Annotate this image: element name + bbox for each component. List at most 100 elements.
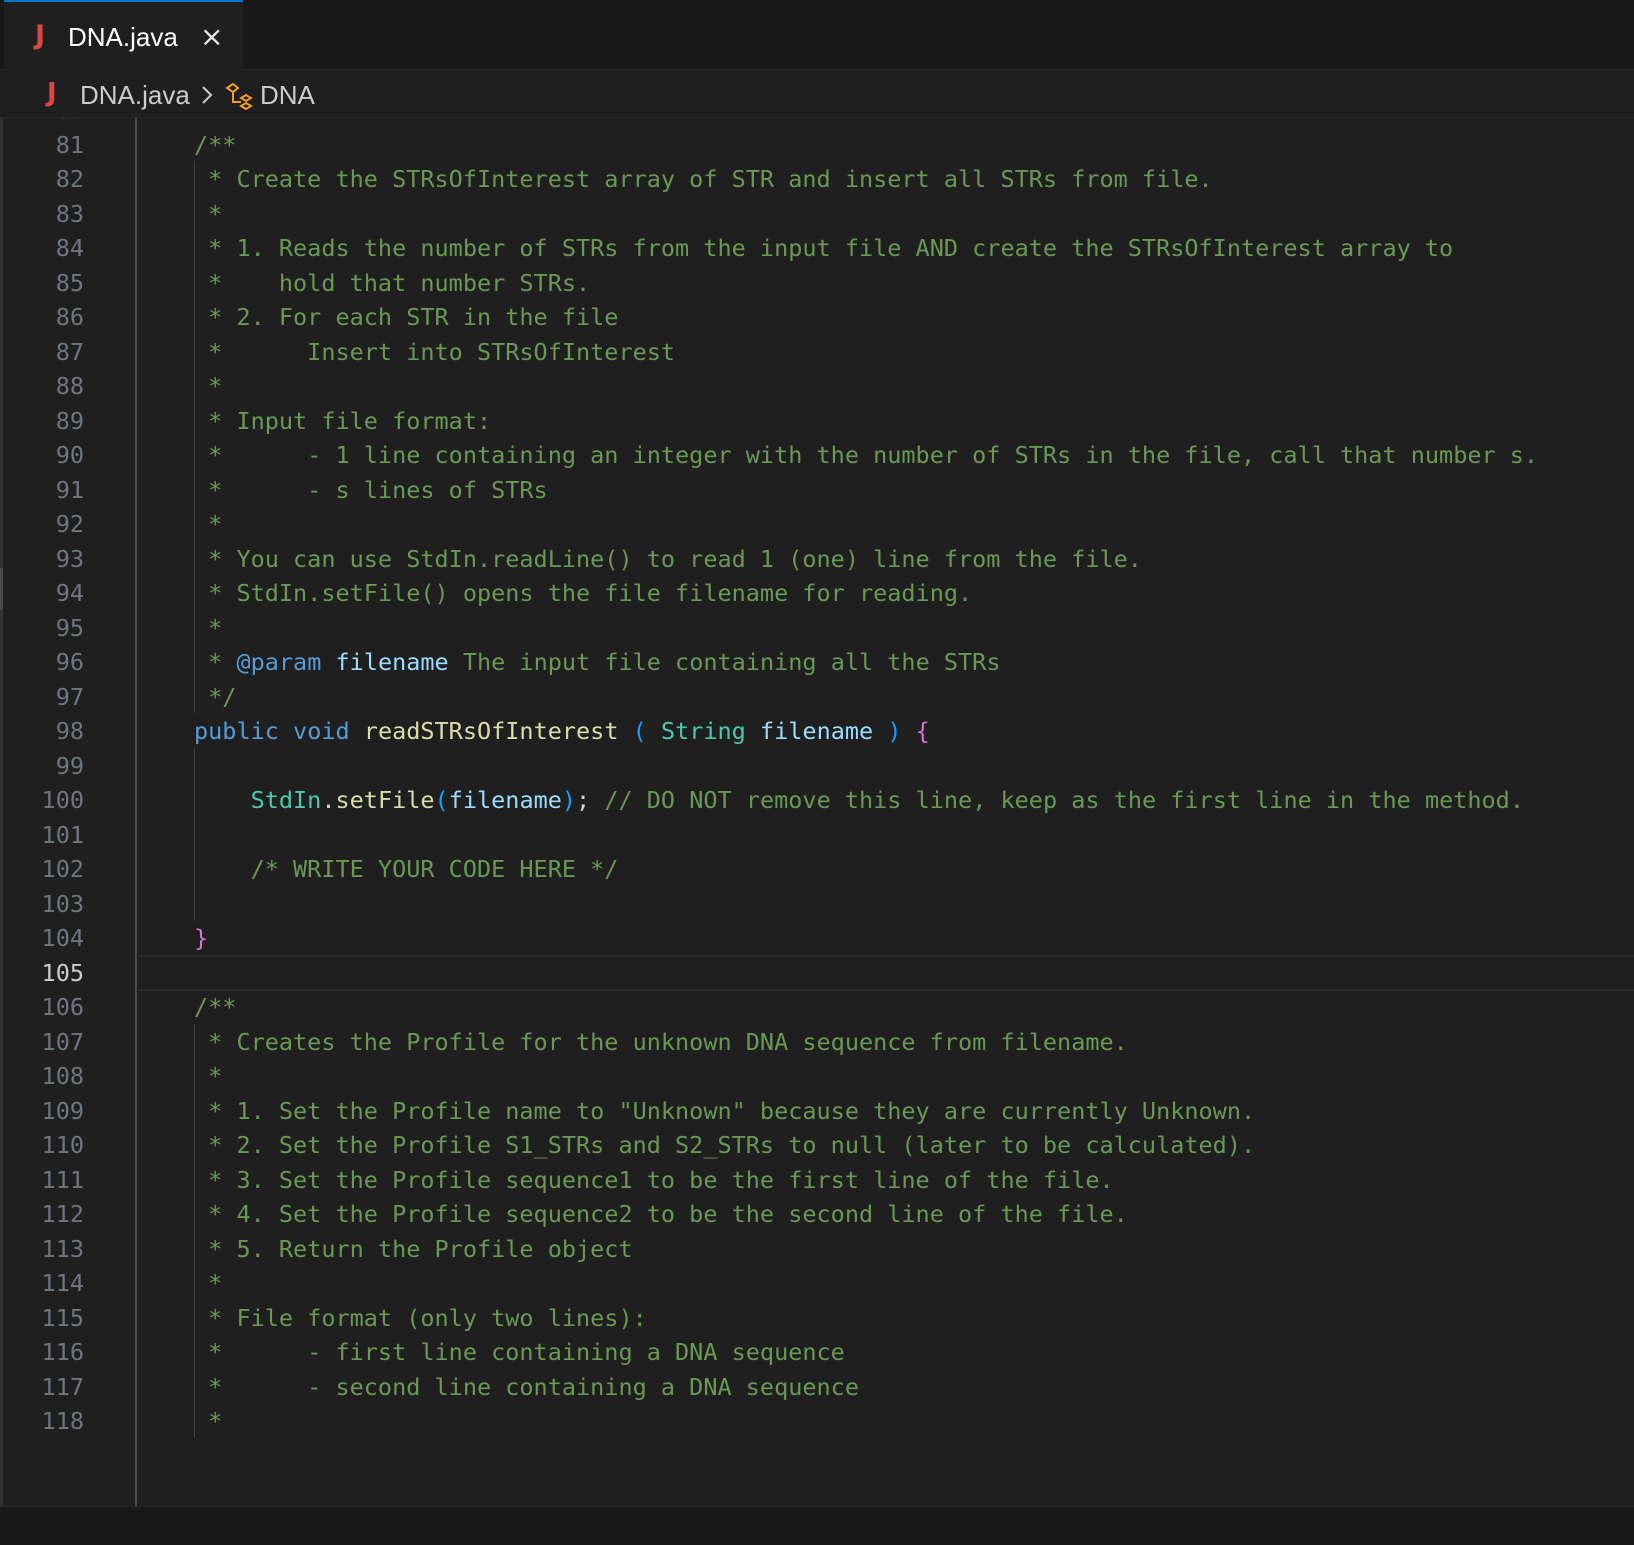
line-number: 91 xyxy=(55,476,84,504)
code-token: setFile xyxy=(335,786,435,814)
tab-bar: J DNA.java × xyxy=(0,0,1634,70)
code-line[interactable]: 104} xyxy=(0,920,1634,956)
code-line[interactable]: 106 /** xyxy=(0,989,1634,1025)
line-code: public void readSTRsOfInterest ( String … xyxy=(194,713,930,749)
code-token: void xyxy=(293,717,350,745)
code-line[interactable]: 89 * Input file format: xyxy=(0,403,1634,439)
line-code: * You can use StdIn.readLine() to read 1… xyxy=(194,541,1142,577)
code-token: ( xyxy=(434,786,449,814)
code-line[interactable]: 117 * - second line containing a DNA seq… xyxy=(0,1369,1634,1405)
line-code: * xyxy=(194,1403,222,1439)
code-token: * hold that number STRs. xyxy=(194,269,591,297)
code-line[interactable]: 95 * xyxy=(0,610,1634,646)
code-line[interactable]: 97 */ xyxy=(0,679,1634,715)
code-line[interactable]: 113 * 5. Return the Profile object xyxy=(0,1231,1634,1267)
breadcrumb: J DNA.java DNA xyxy=(0,72,1634,118)
code-line[interactable]: 102 /* WRITE YOUR CODE HERE */ xyxy=(0,851,1634,887)
code-line[interactable]: 83 * xyxy=(0,196,1634,232)
code-token: filename xyxy=(335,648,449,676)
line-code: /** xyxy=(194,127,236,163)
line-number: 111 xyxy=(41,1166,84,1194)
tab-dna-java[interactable]: J DNA.java × xyxy=(4,0,243,70)
code-line[interactable]: 112 * 4. Set the Profile sequence2 to be… xyxy=(0,1196,1634,1232)
line-code: * 1. Reads the number of STRs from the i… xyxy=(194,230,1453,266)
code-editor[interactable]: 8081/**82 * Create the STRsOfInterest ar… xyxy=(0,118,1634,1506)
code-token: * Create the STRsOfInterest array of STR… xyxy=(194,165,1213,193)
indent-guide xyxy=(194,748,195,921)
line-number: 102 xyxy=(41,855,84,883)
code-line[interactable]: 87 * Insert into STRsOfInterest xyxy=(0,334,1634,370)
code-token: * Creates the Profile for the unknown DN… xyxy=(194,1028,1128,1056)
breadcrumb-file[interactable]: DNA.java xyxy=(80,80,190,111)
line-code: * Creates the Profile for the unknown DN… xyxy=(194,1024,1128,1060)
code-line[interactable]: 96 * @param filename The input file cont… xyxy=(0,644,1634,680)
code-token: /* WRITE YOUR CODE HERE */ xyxy=(194,855,619,883)
code-line[interactable]: 116 * - first line containing a DNA sequ… xyxy=(0,1334,1634,1370)
code-line[interactable]: 115 * File format (only two lines): xyxy=(0,1300,1634,1336)
code-line[interactable]: 105 xyxy=(0,955,1634,991)
code-line[interactable]: 93 * You can use StdIn.readLine() to rea… xyxy=(0,541,1634,577)
code-token: } xyxy=(194,924,209,952)
code-line[interactable]: 82 * Create the STRsOfInterest array of … xyxy=(0,161,1634,197)
line-code: * 4. Set the Profile sequence2 to be the… xyxy=(194,1196,1128,1232)
code-line[interactable]: 98 public void readSTRsOfInterest ( Strin… xyxy=(0,713,1634,749)
code-line[interactable]: 111 * 3. Set the Profile sequence1 to be… xyxy=(0,1162,1634,1198)
code-token: * 2. For each STR in the file xyxy=(194,303,619,331)
line-number: 118 xyxy=(41,1407,84,1435)
code-token: @param xyxy=(236,648,322,676)
code-line[interactable]: 114 * xyxy=(0,1265,1634,1301)
code-token: The input file containing all the STRs xyxy=(448,648,1001,676)
line-number: 106 xyxy=(41,993,84,1021)
code-line[interactable]: 107 * Creates the Profile for the unknow… xyxy=(0,1024,1634,1060)
breadcrumb-class[interactable]: DNA xyxy=(260,80,315,111)
code-line[interactable]: 81 /** xyxy=(0,127,1634,163)
code-token: * Insert into STRsOfInterest xyxy=(194,338,676,366)
code-line[interactable]: 86 * 2. For each STR in the file xyxy=(0,299,1634,335)
line-code: * File format (only two lines): xyxy=(194,1300,647,1336)
code-token: * xyxy=(194,614,223,642)
line-number: 83 xyxy=(55,200,84,228)
code-line[interactable]: 91 * - s lines of STRs xyxy=(0,472,1634,508)
line-number: 110 xyxy=(41,1131,84,1159)
code-line[interactable]: 94 * StdIn.setFile() opens the file file… xyxy=(0,575,1634,611)
line-code: * xyxy=(194,1265,222,1301)
code-line[interactable]: 88 * xyxy=(0,368,1634,404)
line-code: * 3. Set the Profile sequence1 to be the… xyxy=(194,1162,1114,1198)
line-code: * 5. Return the Profile object xyxy=(194,1231,632,1267)
line-code: */ xyxy=(194,679,236,715)
code-line[interactable]: 101 xyxy=(0,817,1634,853)
code-line[interactable]: 90 * - 1 line containing an integer with… xyxy=(0,437,1634,473)
code-line[interactable]: 109 * 1. Set the Profile name to "Unknow… xyxy=(0,1093,1634,1129)
code-token: StdIn xyxy=(250,786,322,814)
code-line[interactable]: 108 * xyxy=(0,1058,1634,1094)
code-token: ) xyxy=(561,786,577,814)
code-token: . xyxy=(321,786,336,814)
line-code: * 2. Set the Profile S1_STRs and S2_STRs… xyxy=(194,1127,1255,1163)
code-token: String xyxy=(660,717,746,745)
line-number: 99 xyxy=(55,752,84,780)
close-icon[interactable]: × xyxy=(200,20,223,53)
line-number: 86 xyxy=(55,303,84,331)
line-number: 97 xyxy=(55,683,84,711)
code-token: ( xyxy=(632,717,647,745)
tab-label: DNA.java xyxy=(68,22,178,52)
status-bar xyxy=(0,1506,1634,1545)
code-line[interactable]: 84 * 1. Reads the number of STRs from th… xyxy=(0,230,1634,266)
code-line[interactable]: 99 xyxy=(0,748,1634,784)
code-line[interactable]: 110 * 2. Set the Profile S1_STRs and S2_… xyxy=(0,1127,1634,1163)
code-token: * - first line containing a DNA sequence xyxy=(194,1338,845,1366)
code-token: { xyxy=(915,717,930,745)
line-number: 98 xyxy=(55,717,84,745)
code-line[interactable]: 100 StdIn.setFile(filename); // DO NOT r… xyxy=(0,782,1634,818)
line-code: StdIn.setFile(filename); // DO NOT remov… xyxy=(194,782,1524,818)
code-line[interactable]: 103 xyxy=(0,886,1634,922)
code-line[interactable]: 92 * xyxy=(0,506,1634,542)
code-line[interactable]: 85 * hold that number STRs. xyxy=(0,265,1634,301)
code-line[interactable]: 118 * xyxy=(0,1403,1634,1439)
class-icon xyxy=(224,82,254,115)
